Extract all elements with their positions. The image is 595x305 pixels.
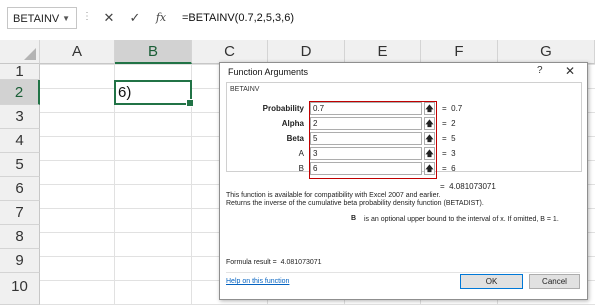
arg-label-probability: Probability [262, 104, 304, 113]
cancel-entry-icon[interactable]: ✕ [100, 9, 118, 27]
help-on-function-link[interactable]: Help on this function [226, 278, 289, 285]
row-header-6[interactable]: 6 [0, 177, 40, 201]
function-arguments-dialog: Function Arguments ? ✕ BETAINV Probabili… [219, 62, 588, 300]
function-description: This function is available for compatibi… [226, 192, 576, 208]
fill-handle[interactable] [186, 99, 194, 107]
function-name: BETAINV [230, 86, 260, 93]
name-box-value: BETAINV [13, 13, 60, 25]
active-cell-b2[interactable]: 6) [114, 80, 194, 107]
row-header-5[interactable]: 5 [0, 153, 40, 177]
chevron-down-icon[interactable]: ▼ [62, 8, 70, 30]
column-header-f[interactable]: F [421, 40, 498, 64]
row-header-4[interactable]: 4 [0, 129, 40, 153]
formula-input[interactable]: =BETAINV(0.7,2,5,3,6) [178, 7, 588, 29]
arg-result-probability: = 0.7 [442, 104, 463, 113]
arg-label-a: A [298, 149, 304, 158]
arg-result-beta: = 5 [442, 134, 456, 143]
arg-result-a: = 3 [442, 149, 456, 158]
active-cell-value: 6) [118, 84, 132, 101]
formula-result: Formula result = 4.081073071 [226, 259, 322, 266]
insert-function-icon[interactable]: fx [152, 9, 170, 27]
column-header-a[interactable]: A [40, 40, 115, 64]
close-icon[interactable]: ✕ [565, 64, 575, 78]
arg-label-b: B [298, 164, 304, 173]
ok-button[interactable]: OK [460, 274, 523, 289]
help-icon[interactable]: ? [537, 65, 543, 76]
highlight-box [309, 101, 437, 179]
enter-entry-icon[interactable]: ✓ [126, 9, 144, 27]
arg-result-b: = 6 [442, 164, 456, 173]
select-all-corner[interactable] [0, 40, 40, 64]
row-header-2[interactable]: 2 [0, 80, 40, 105]
row-header-8[interactable]: 8 [0, 225, 40, 249]
column-header-d[interactable]: D [268, 40, 345, 64]
argument-description-name: B [351, 215, 357, 222]
name-box[interactable]: BETAINV ▼ [7, 7, 77, 29]
function-arguments-group: BETAINV Probability 0.7 🡅 = 0.7 Alpha 2 … [226, 82, 582, 179]
column-header-g[interactable]: G [498, 40, 595, 64]
arg-result-alpha: = 2 [442, 119, 456, 128]
row-header-10[interactable]: 10 [0, 273, 40, 305]
dialog-title: Function Arguments [228, 67, 309, 77]
select-all-triangle-icon [24, 48, 36, 60]
row-header-1[interactable]: 1 [0, 64, 40, 80]
function-total-result: = 4.081073071 [440, 182, 496, 191]
arg-label-beta: Beta [286, 134, 304, 143]
column-header-b[interactable]: B [115, 40, 192, 64]
formula-bar: BETAINV ▼ ⋮ ✕ ✓ fx =BETAINV(0.7,2,5,3,6) [0, 0, 595, 41]
column-header-e[interactable]: E [345, 40, 421, 64]
dialog-divider [226, 272, 580, 273]
cancel-button[interactable]: Cancel [529, 274, 580, 289]
row-header-9[interactable]: 9 [0, 249, 40, 273]
argument-description: is an optional upper bound to the interv… [364, 216, 559, 223]
formula-bar-grip-icon: ⋮ [82, 11, 93, 22]
row-header-3[interactable]: 3 [0, 105, 40, 129]
description-line-1: This function is available for compatibi… [226, 192, 441, 199]
column-header-c[interactable]: C [192, 40, 268, 64]
row-header-7[interactable]: 7 [0, 201, 40, 225]
description-line-2: Returns the inverse of the cumulative be… [226, 200, 484, 207]
arg-label-alpha: Alpha [281, 119, 304, 128]
